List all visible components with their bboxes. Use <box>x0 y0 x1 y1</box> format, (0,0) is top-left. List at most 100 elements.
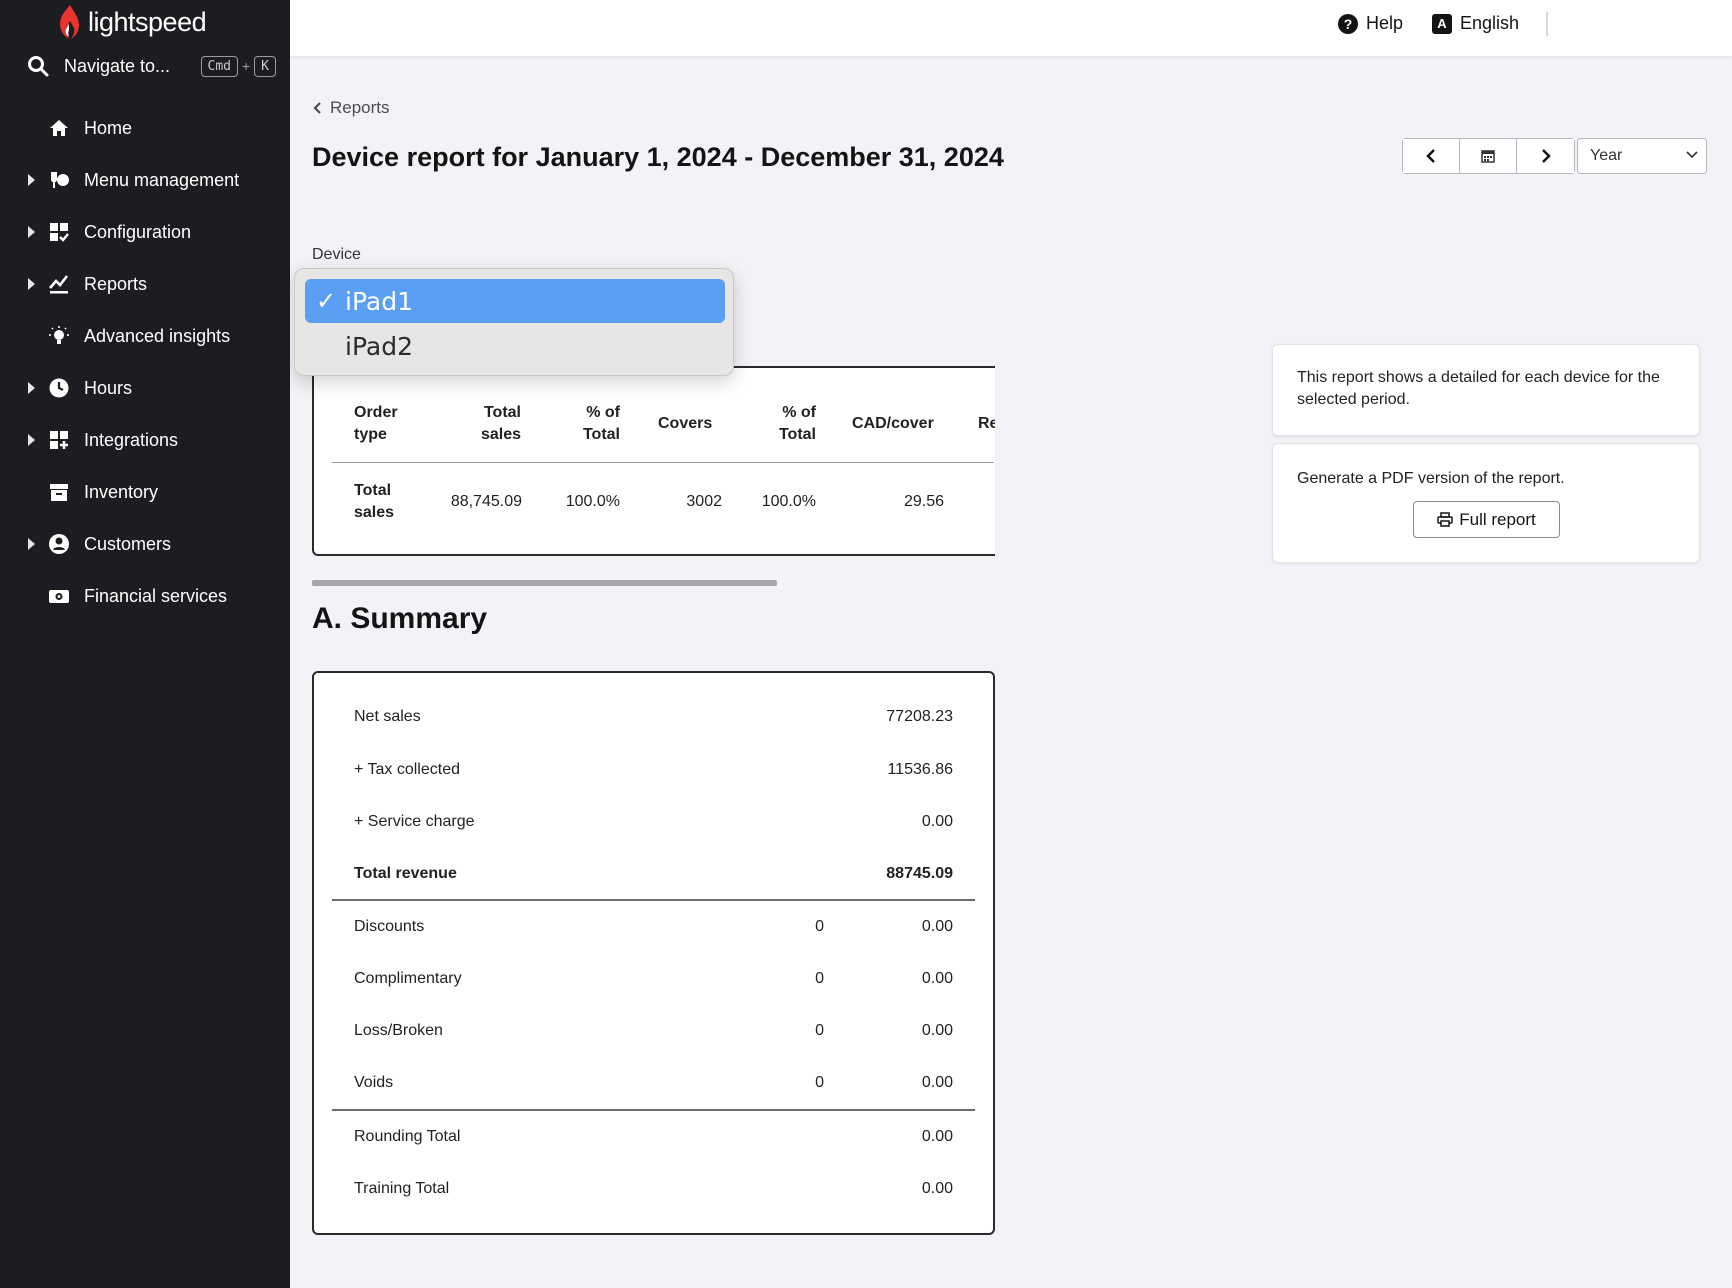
sidebar-item-label: Menu management <box>84 169 240 190</box>
row-label: Net sales <box>354 708 421 725</box>
row-label: Loss/Broken <box>354 1022 443 1039</box>
row-value: 0.00 <box>921 970 953 987</box>
language-selector[interactable]: A English <box>1432 13 1519 34</box>
row-count: 0 <box>815 970 824 987</box>
report-description-card: This report shows a detailed for each de… <box>1272 344 1700 436</box>
column-header: % of Total <box>778 404 816 443</box>
sidebar: lightspeed Navigate to... Cmd + K Home M… <box>0 0 290 1288</box>
breadcrumb[interactable]: Reports <box>312 98 390 118</box>
sidebar-item-advanced-insights[interactable]: Advanced insights <box>0 314 290 358</box>
table-cell: Total sales <box>354 482 395 521</box>
page-title: Device report for January 1, 2024 - Dece… <box>312 142 1004 172</box>
row-value: 0.00 <box>921 813 953 830</box>
table-row: Discounts 0 0.00 <box>314 918 993 944</box>
lightspeed-logo[interactable]: lightspeed <box>56 4 207 40</box>
row-value: 11536.86 <box>887 761 953 778</box>
summary-heading: A. Summary <box>312 602 488 635</box>
calendar-icon <box>1481 150 1495 163</box>
table-cell: 100.0% <box>565 493 620 510</box>
device-label: Device <box>312 246 361 263</box>
column-header: Re <box>978 415 995 432</box>
flame-logo-icon <box>60 5 79 39</box>
sidebar-item-configuration[interactable]: Configuration <box>0 210 290 254</box>
sidebar-item-label: Home <box>84 117 133 138</box>
expand-caret-icon[interactable] <box>28 382 35 394</box>
row-value: 0.00 <box>921 1022 953 1039</box>
sidebar-item-label: Customers <box>84 533 172 554</box>
sidebar-item-customers[interactable]: Customers <box>0 522 290 566</box>
help-label: Help <box>1366 13 1404 33</box>
device-option-label: iPad2 <box>345 331 413 361</box>
navigate-search[interactable]: Navigate to... Cmd + K <box>26 54 276 78</box>
expand-caret-icon[interactable] <box>28 174 35 186</box>
pdf-export-card: Generate a PDF version of the report. Fu… <box>1272 443 1700 563</box>
column-header: Order type <box>354 404 398 443</box>
cmd-key: Cmd <box>200 55 238 77</box>
table-row: + Tax collected 11536.86 <box>314 761 993 787</box>
row-label: Total revenue <box>354 865 457 882</box>
table-row: + Service charge 0.00 <box>314 813 993 839</box>
table-cell: 100.0% <box>761 493 816 510</box>
column-header: Covers <box>658 415 713 432</box>
sidebar-item-hours[interactable]: Hours <box>0 366 290 410</box>
summary-table: Net sales 77208.23 + Tax collected 11536… <box>312 671 995 1235</box>
row-value: 0.00 <box>921 1128 953 1145</box>
sidebar-item-financial-services[interactable]: Financial services <box>0 574 290 618</box>
column-header: % of Total <box>582 404 620 443</box>
period-select[interactable]: Year <box>1577 138 1707 174</box>
topbar-divider <box>1546 12 1548 36</box>
language-label: English <box>1460 13 1520 33</box>
printer-icon <box>1437 512 1453 527</box>
device-dropdown-menu: ✓ iPad1 iPad2 <box>294 268 734 376</box>
sidebar-item-label: Advanced insights <box>84 325 231 346</box>
sidebar-item-reports[interactable]: Reports <box>0 262 290 306</box>
expand-caret-icon[interactable] <box>28 226 35 238</box>
cash-icon <box>49 590 69 603</box>
table-row: Total revenue 88745.09 <box>314 865 993 891</box>
table-header-divider <box>332 462 994 463</box>
sidebar-item-home[interactable]: Home <box>0 106 290 150</box>
sidebar-item-label: Financial services <box>84 585 228 606</box>
home-icon <box>50 120 68 136</box>
k-key: K <box>254 55 276 77</box>
reports-icon <box>49 275 69 294</box>
table-row: Rounding Total 0.00 <box>314 1128 993 1154</box>
expand-caret-icon[interactable] <box>28 278 35 290</box>
row-value: 0.00 <box>921 1180 953 1197</box>
device-option-ipad2[interactable]: iPad2 <box>305 324 725 368</box>
expand-caret-icon[interactable] <box>28 434 35 446</box>
row-label: + Tax collected <box>354 761 460 778</box>
chevron-right-icon <box>1541 149 1551 163</box>
device-sales-table: Order type Total sales % of Total Covers… <box>312 366 995 556</box>
inventory-icon <box>50 484 68 501</box>
question-circle-icon: ? <box>1338 13 1358 34</box>
chevron-left-icon <box>1426 149 1435 163</box>
row-label: Training Total <box>354 1180 450 1197</box>
integrations-icon <box>50 431 68 449</box>
previous-period-button[interactable] <box>1403 139 1460 173</box>
table-row: Complimentary 0 0.00 <box>314 970 993 996</box>
help-button[interactable]: ? Help <box>1338 13 1403 34</box>
full-report-button[interactable]: Full report <box>1413 501 1560 538</box>
table-cell: 3002 <box>686 493 722 510</box>
horizontal-scrollbar[interactable] <box>312 580 777 586</box>
shortcut-plus: + <box>241 58 251 74</box>
calendar-button[interactable] <box>1460 139 1517 173</box>
sidebar-item-label: Integrations <box>84 429 179 450</box>
menu-management-icon <box>51 172 69 188</box>
expand-caret-icon[interactable] <box>28 538 35 550</box>
sidebar-item-menu-management[interactable]: Menu management <box>0 158 290 202</box>
table-row: Voids 0 0.00 <box>314 1074 993 1100</box>
chevron-left-icon <box>313 102 321 114</box>
row-value: 0.00 <box>921 918 953 935</box>
device-option-ipad1[interactable]: ✓ iPad1 <box>305 279 725 323</box>
next-period-button[interactable] <box>1517 139 1574 173</box>
language-icon: A <box>1432 13 1452 34</box>
pdf-export-text: Generate a PDF version of the report. <box>1297 470 1565 487</box>
full-report-label: Full report <box>1459 509 1536 529</box>
sidebar-item-inventory[interactable]: Inventory <box>0 470 290 514</box>
breadcrumb-reports[interactable]: Reports <box>330 98 390 118</box>
report-description: This report shows a detailed for each de… <box>1297 369 1660 408</box>
row-label: + Service charge <box>354 813 475 830</box>
sidebar-item-integrations[interactable]: Integrations <box>0 418 290 462</box>
